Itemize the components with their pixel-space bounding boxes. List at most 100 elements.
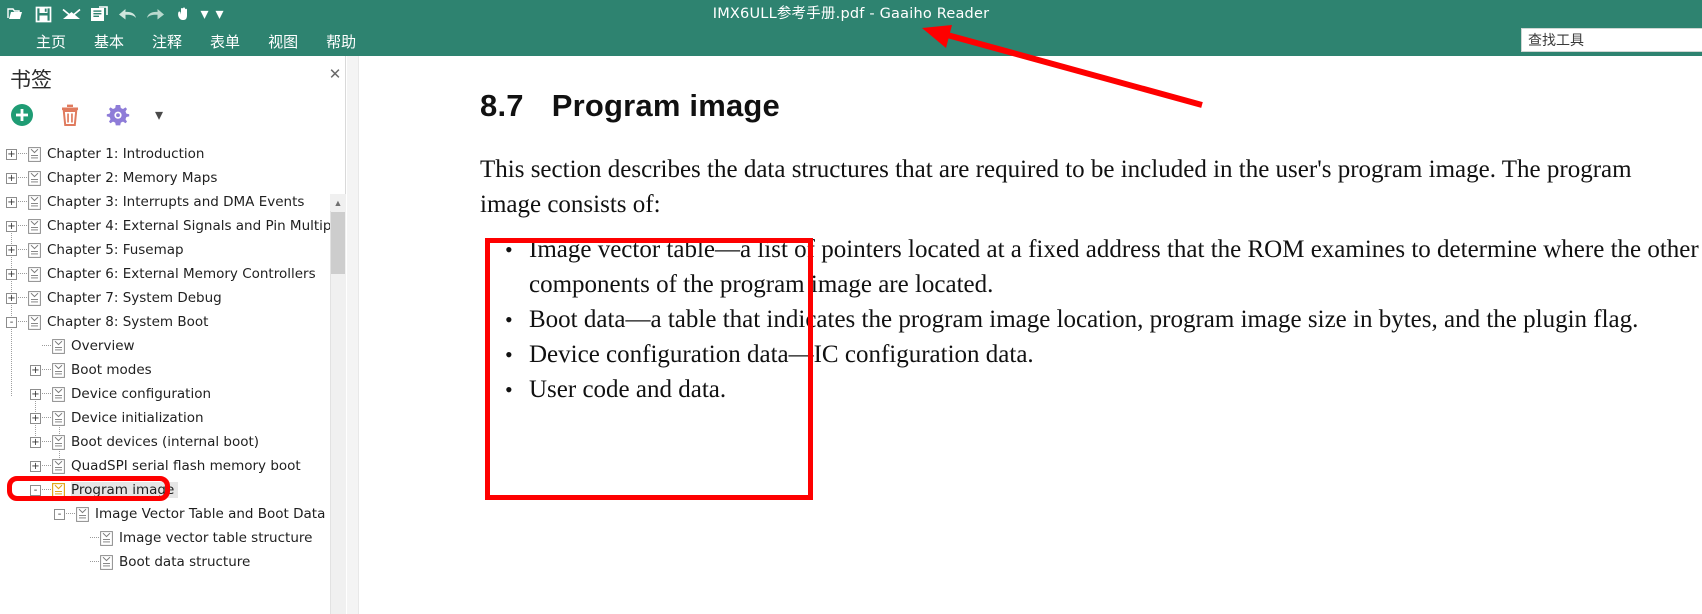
collapse-toggle-icon[interactable]: -: [30, 484, 41, 496]
tree-connector: [42, 345, 51, 347]
bookmark-item-quadspi-boot[interactable]: + QuadSPI serial flash memory boot: [0, 454, 330, 478]
bookmark-page-icon: [100, 530, 113, 546]
expand-toggle-icon[interactable]: +: [6, 148, 17, 160]
bookmark-label: QuadSPI serial flash memory boot: [71, 458, 301, 474]
bookmark-item-image-vector-table-structure[interactable]: Image vector table structure: [0, 526, 330, 550]
find-tools-input[interactable]: 查找工具: [1521, 28, 1702, 52]
title-bar: IMX6ULL参考手册.pdf - Gaaiho Reader ▾ ▾: [0, 0, 1702, 28]
window-title: IMX6ULL参考手册.pdf - Gaaiho Reader: [712, 6, 990, 22]
expand-toggle-icon[interactable]: +: [6, 244, 17, 256]
page-title: 8.7 Program image: [480, 88, 780, 124]
bookmark-label: Program image: [71, 482, 179, 498]
expand-toggle-icon[interactable]: +: [6, 172, 17, 184]
list-item: Boot data—a table that indicates the pro…: [505, 302, 1702, 337]
customize-toolbar-chevron-down-icon[interactable]: ▾: [213, 1, 226, 27]
menu-overflow-indicator[interactable]: [0, 28, 16, 56]
collapse-toggle-icon[interactable]: -: [54, 508, 65, 520]
bookmark-item-boot-modes[interactable]: + Boot modes: [0, 358, 330, 382]
bookmark-page-icon-selected: [52, 482, 65, 498]
bookmark-item-chapter-8[interactable]: - Chapter 8: System Boot: [0, 310, 330, 334]
tree-connector: [18, 273, 27, 275]
bookmark-item-device-initialization[interactable]: + Device initialization: [0, 406, 330, 430]
save-icon[interactable]: [30, 1, 56, 27]
expand-toggle-icon[interactable]: +: [6, 292, 17, 304]
menu-item-help[interactable]: 帮助: [312, 28, 370, 56]
tree-connector: [42, 489, 51, 491]
menu-bar: 主页 基本 注释 表单 视图 帮助: [0, 28, 1702, 56]
bookmark-label: Chapter 6: External Memory Controllers: [47, 266, 316, 282]
expand-toggle-icon[interactable]: +: [30, 364, 41, 376]
expand-toggle-icon[interactable]: +: [6, 196, 17, 208]
expand-toggle-icon[interactable]: +: [6, 220, 17, 232]
bookmarks-toolbar: ▾: [8, 100, 166, 130]
bookmark-page-icon: [52, 434, 65, 450]
bookmark-page-icon: [52, 386, 65, 402]
bookmark-label: Chapter 1: Introduction: [47, 146, 205, 162]
bookmark-item-chapter-3[interactable]: + Chapter 3: Interrupts and DMA Events: [0, 190, 330, 214]
bookmark-item-image-vector-table-and-boot-data[interactable]: - Image Vector Table and Boot Data: [0, 502, 330, 526]
print-icon[interactable]: [86, 1, 112, 27]
menu-item-basic[interactable]: 基本: [80, 28, 138, 56]
menu-item-comment[interactable]: 注释: [138, 28, 196, 56]
bookmark-page-icon: [28, 218, 41, 234]
bookmark-label: Chapter 3: Interrupts and DMA Events: [47, 194, 305, 210]
bookmark-item-chapter-1[interactable]: + Chapter 1: Introduction: [0, 142, 330, 166]
expand-toggle-icon: [30, 341, 41, 352]
document-view[interactable]: 8.7 Program image This section describes …: [347, 56, 1702, 614]
gaaiho-reader-window: IMX6ULL参考手册.pdf - Gaaiho Reader ▾ ▾ 主页 基…: [0, 0, 1702, 614]
scroll-up-arrow-icon[interactable]: ▲: [330, 194, 346, 211]
delete-bookmark-icon[interactable]: [56, 101, 84, 129]
mail-icon[interactable]: [58, 1, 84, 27]
menu-item-home[interactable]: 主页: [22, 28, 80, 56]
expand-toggle-icon[interactable]: +: [6, 268, 17, 280]
bookmark-item-boot-devices[interactable]: + Boot devices (internal boot): [0, 430, 330, 454]
add-bookmark-icon[interactable]: [8, 101, 36, 129]
bookmark-label: Chapter 5: Fusemap: [47, 242, 184, 258]
bookmark-item-overview[interactable]: Overview: [0, 334, 330, 358]
bookmark-page-icon: [28, 146, 41, 162]
quick-access-toolbar: ▾ ▾: [0, 0, 226, 28]
bookmark-item-chapter-7[interactable]: + Chapter 7: System Debug: [0, 286, 330, 310]
bookmarks-scrollbar-thumb[interactable]: [331, 212, 345, 274]
bookmark-options-gear-icon[interactable]: [104, 101, 132, 129]
expand-toggle-icon[interactable]: +: [30, 436, 41, 448]
bookmark-item-device-configuration[interactable]: + Device configuration: [0, 382, 330, 406]
open-icon[interactable]: [2, 1, 28, 27]
tree-connector: [42, 417, 51, 419]
program-image-bullet-list: Image vector table—a list of pointers lo…: [487, 232, 1702, 407]
tree-connector: [42, 369, 51, 371]
hand-tool-chevron-down-icon[interactable]: ▾: [198, 1, 211, 27]
close-icon[interactable]: ✕: [326, 65, 344, 83]
bookmark-label: Chapter 8: System Boot: [47, 314, 209, 330]
list-item: Device configuration data—IC configurati…: [505, 337, 1702, 372]
bookmark-item-chapter-5[interactable]: + Chapter 5: Fusemap: [0, 238, 330, 262]
bookmark-page-icon: [28, 242, 41, 258]
hand-tool-icon[interactable]: [170, 1, 196, 27]
bookmark-item-chapter-4[interactable]: + Chapter 4: External Signals and Pin Mu…: [0, 214, 330, 238]
redo-icon[interactable]: [142, 1, 168, 27]
tree-connector: [66, 513, 75, 515]
collapse-toggle-icon[interactable]: -: [6, 316, 17, 328]
bookmark-item-chapter-6[interactable]: + Chapter 6: External Memory Controllers: [0, 262, 330, 286]
expand-toggle-icon[interactable]: +: [30, 412, 41, 424]
bookmark-item-program-image[interactable]: - Program image: [0, 478, 330, 502]
bookmark-page-icon: [52, 458, 65, 474]
bookmark-item-boot-data-structure[interactable]: Boot data structure: [0, 550, 330, 574]
menu-item-form[interactable]: 表单: [196, 28, 254, 56]
expand-toggle-icon[interactable]: +: [30, 460, 41, 472]
undo-icon[interactable]: [114, 1, 140, 27]
bookmarks-panel-title: 书签: [10, 68, 52, 92]
bookmark-options-chevron-down-icon[interactable]: ▾: [152, 101, 166, 129]
menu-item-view[interactable]: 视图: [254, 28, 312, 56]
tree-connector: [18, 201, 27, 203]
bookmark-label: Boot data structure: [119, 554, 251, 570]
bookmark-page-icon: [52, 410, 65, 426]
section-number: 8.7: [480, 88, 524, 123]
expand-toggle-icon[interactable]: +: [30, 388, 41, 400]
tree-connector: [18, 225, 27, 227]
bookmark-item-chapter-2[interactable]: + Chapter 2: Memory Maps: [0, 166, 330, 190]
bookmark-page-icon: [52, 362, 65, 378]
bookmark-label: Overview: [71, 338, 135, 354]
bookmark-label: Device initialization: [71, 410, 204, 426]
section-paragraph: This section describes the data structur…: [480, 156, 1632, 218]
